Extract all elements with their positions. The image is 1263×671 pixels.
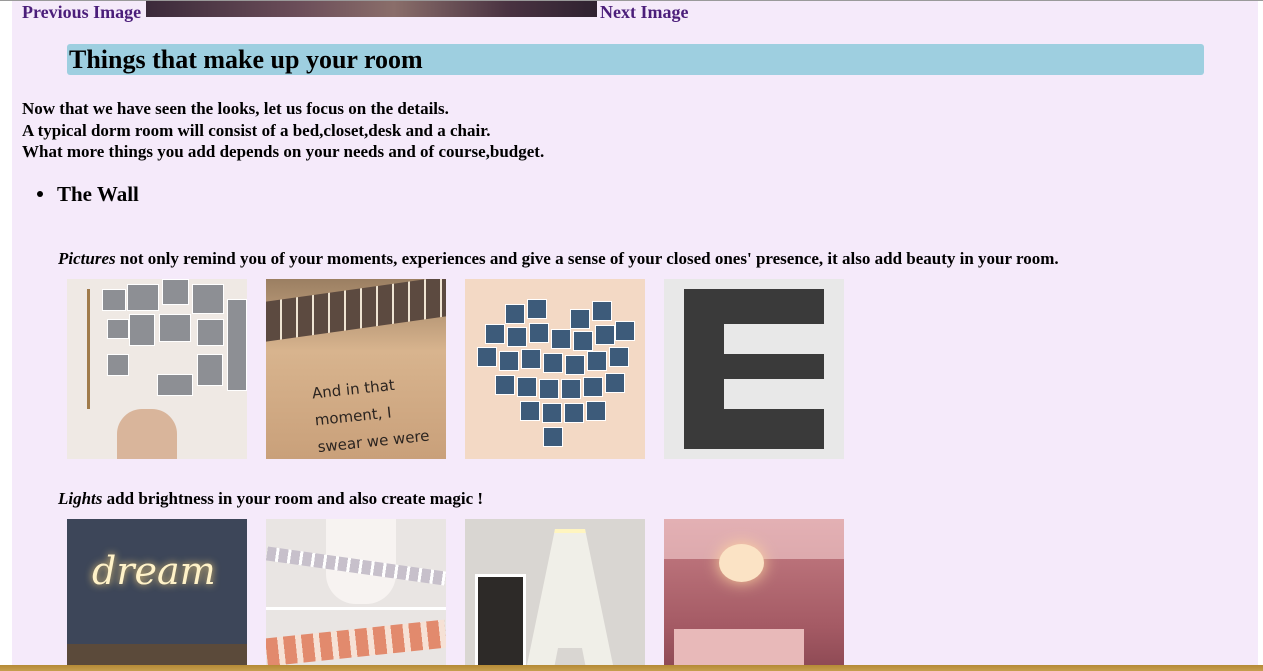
lights-paragraph: Lights add brightness in your room and a… [58, 489, 483, 509]
intro-line-3: What more things you add depends on your… [22, 142, 545, 161]
lights-lead: Lights [58, 489, 103, 508]
wall-quote: And in that moment, I swear we were infi… [311, 375, 431, 457]
garland-lights-thumbnail[interactable] [266, 519, 446, 665]
dream-light-thumbnail[interactable]: dream [67, 519, 247, 665]
pictures-text: not only remind you of your moments, exp… [115, 249, 1059, 268]
photo-frame [475, 574, 526, 665]
arrow-decor [87, 289, 90, 409]
heart-collage-thumbnail[interactable] [465, 279, 645, 459]
pictures-gallery: And in that moment, I swear we were infi… [67, 279, 844, 459]
paper-lantern [719, 544, 764, 582]
bullet-the-wall: The Wall [37, 182, 139, 207]
bullet-dot [37, 191, 43, 198]
intro-line-2: A typical dorm room will consist of a be… [22, 120, 491, 140]
canopy-bedroom-thumbnail[interactable] [664, 519, 844, 665]
right-edge [1258, 1, 1263, 671]
letter-e-collage-thumbnail[interactable] [664, 279, 844, 459]
hands-image [117, 409, 177, 459]
photo-strip [266, 279, 446, 342]
bottom-edge [0, 665, 1263, 671]
photo-wall-thumbnail[interactable] [67, 279, 247, 459]
section-title: Things that make up your room [67, 44, 1204, 75]
quote-wall-thumbnail[interactable]: And in that moment, I swear we were infi… [266, 279, 446, 459]
bed-headboard [67, 644, 247, 665]
banner-image [146, 1, 597, 17]
marquee-letter-a-thumbnail[interactable] [465, 519, 645, 665]
bullet-label: The Wall [57, 182, 139, 206]
bed [674, 629, 804, 665]
lights-gallery: dream [67, 519, 844, 665]
dream-neon-word: dream [92, 549, 216, 593]
intro-line-1: Now that we have seen the looks, let us … [22, 99, 449, 118]
lights-text: add brightness in your room and also cre… [102, 489, 484, 508]
cup-lights [266, 619, 446, 665]
next-image-link[interactable]: Next Image [600, 2, 688, 23]
letter-e-shape [684, 289, 824, 449]
letter-a-marquee [520, 529, 620, 665]
pictures-lead: Pictures [58, 249, 116, 268]
previous-image-link[interactable]: Previous Image [22, 2, 141, 23]
pictures-paragraph: Pictures not only remind you of your mom… [58, 249, 1059, 269]
page-content: Previous Image Next Image Things that ma… [12, 1, 1258, 665]
intro-text: Now that we have seen the looks, let us … [22, 98, 544, 163]
